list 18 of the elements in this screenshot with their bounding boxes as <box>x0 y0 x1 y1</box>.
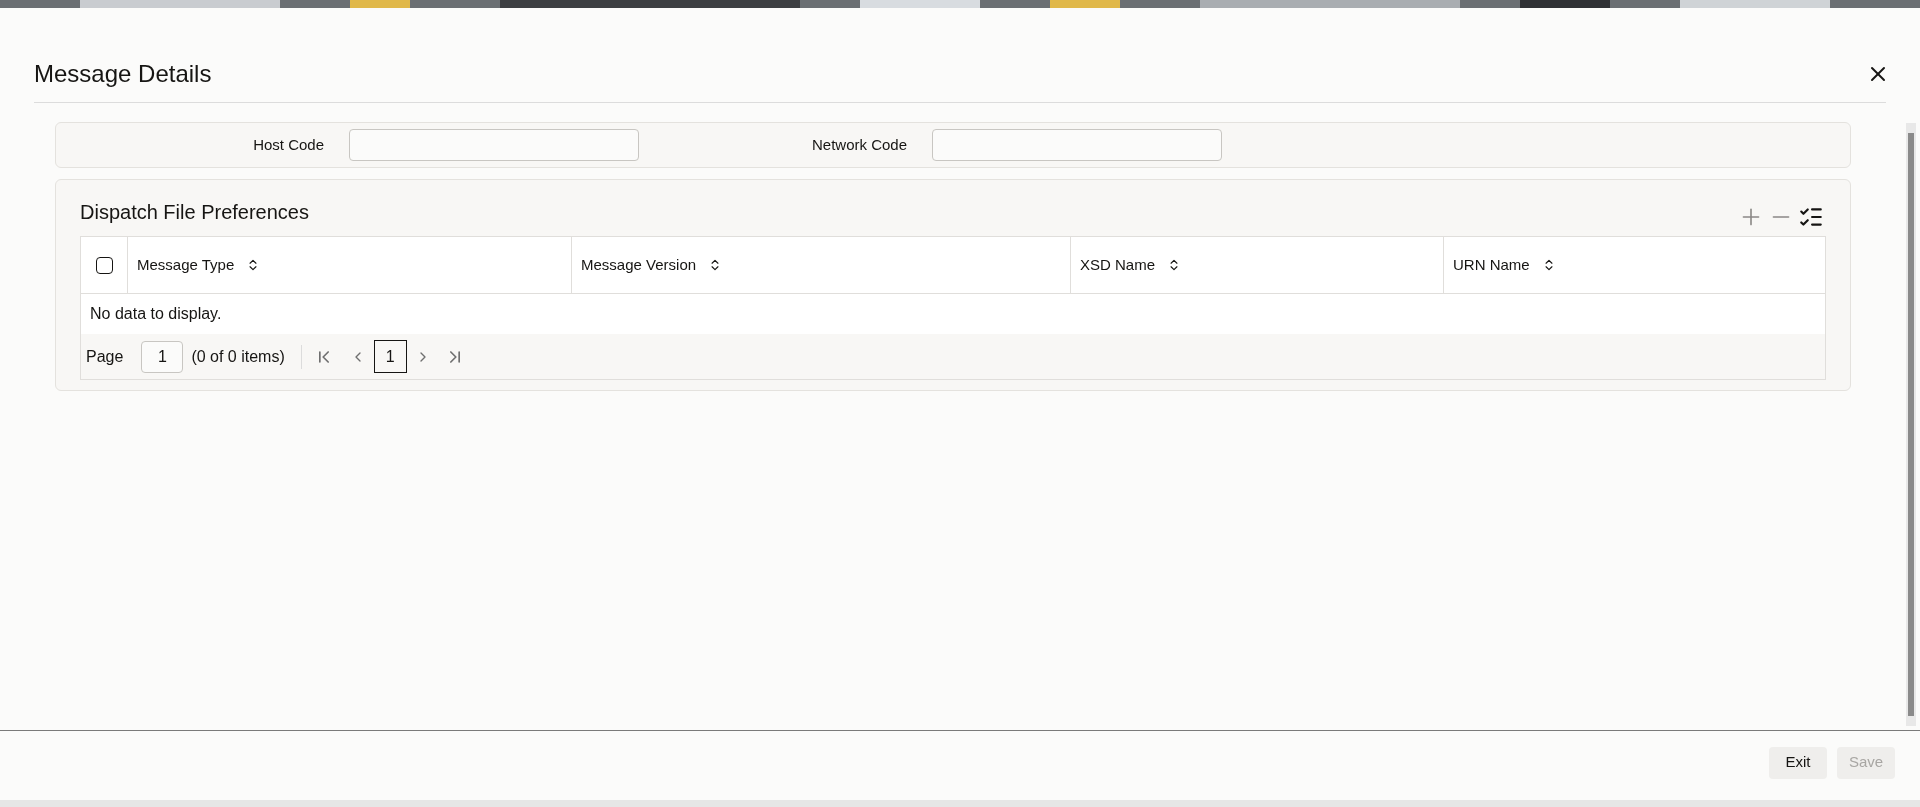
empty-message: No data to display. <box>90 304 222 324</box>
page-label: Page <box>86 346 124 367</box>
column-header[interactable]: XSD Name <box>1080 253 1156 277</box>
scrollbar[interactable] <box>1906 123 1916 726</box>
field-label: Network Code <box>810 134 908 155</box>
column-header[interactable]: URN Name <box>1453 253 1530 277</box>
text-field[interactable] <box>932 129 1222 161</box>
footer-button[interactable]: Exit <box>1769 746 1827 779</box>
select-all-checkbox[interactable] <box>95 256 113 274</box>
item-count: (0 of 0 items) <box>191 344 302 369</box>
page-field[interactable]: 1 <box>141 340 184 373</box>
field-label: Host Code <box>252 134 325 155</box>
text-field[interactable] <box>349 129 639 161</box>
page-button[interactable]: 1 <box>373 340 407 373</box>
dialog-title: Message Details <box>34 59 212 89</box>
column-header[interactable]: Message Type <box>137 253 235 277</box>
section-title: Dispatch File Preferences <box>80 200 309 225</box>
column-header[interactable]: Message Version <box>581 253 697 277</box>
